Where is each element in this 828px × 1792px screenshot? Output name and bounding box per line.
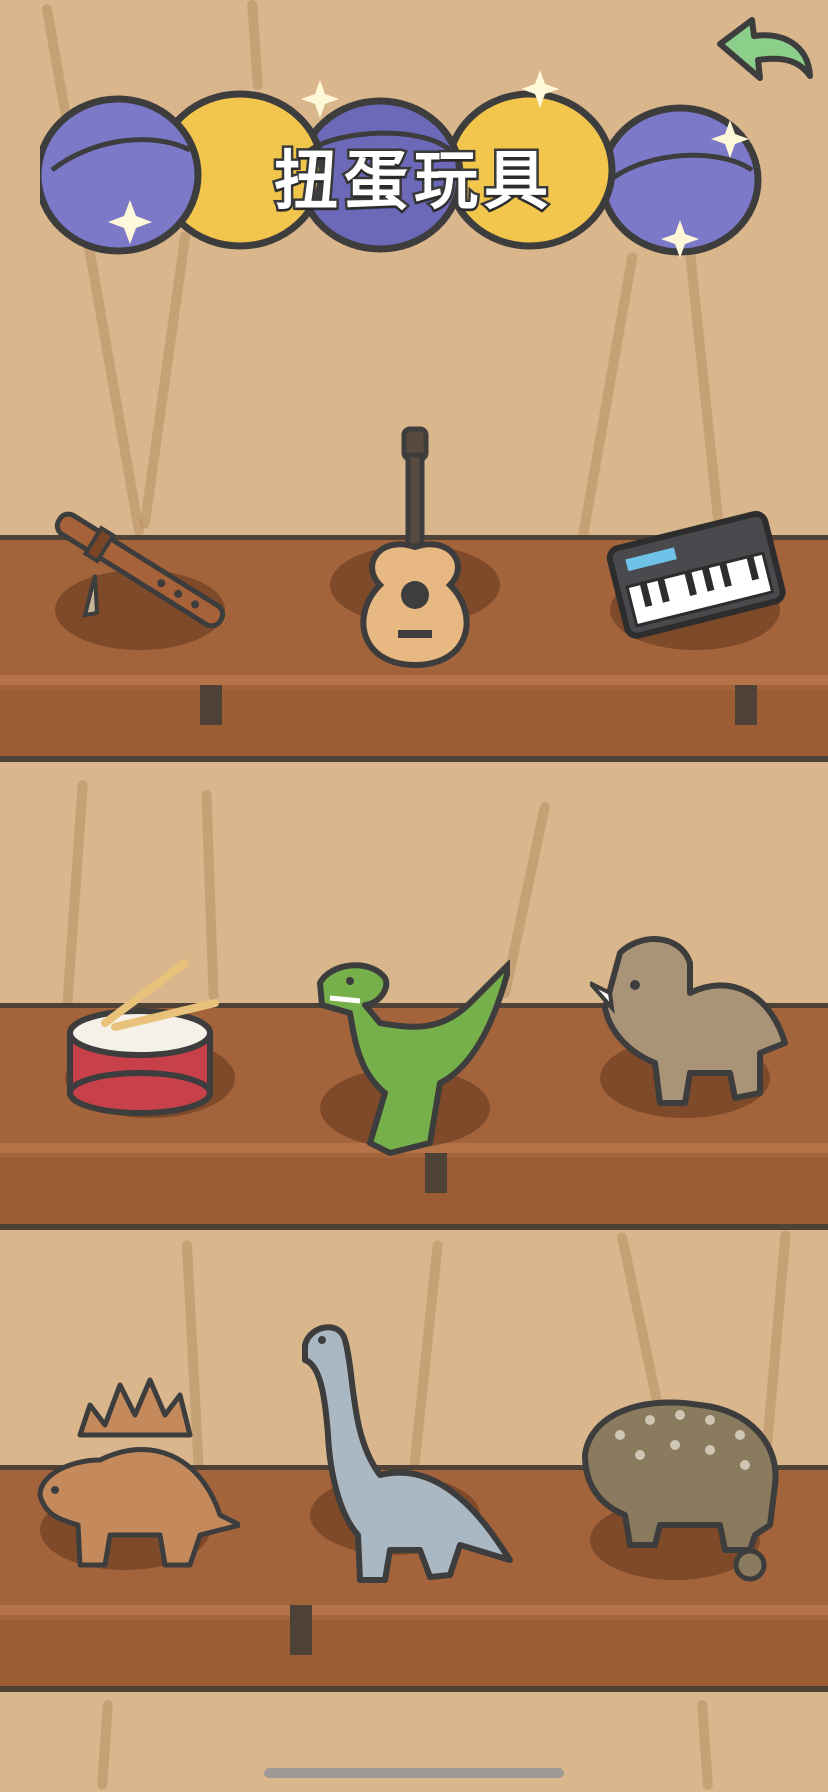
toy-slot-triceratops[interactable]: [590, 913, 788, 1153]
toy-slot-stegosaurus[interactable]: [30, 1365, 240, 1605]
page-title: 扭蛋玩具: [272, 143, 554, 222]
toy-slot-t-rex[interactable]: [310, 943, 510, 1183]
toy-slot-ankylosaurus[interactable]: [580, 1375, 779, 1615]
flute-icon: [54, 511, 226, 629]
stegosaurus-icon: [37, 1377, 240, 1568]
triceratops-icon: [590, 936, 788, 1106]
toy-slot-keyboard[interactable]: [600, 475, 790, 685]
toy-slot-drum[interactable]: [55, 943, 245, 1153]
shelf-1: [0, 426, 828, 775]
shelf-2: [0, 936, 828, 1243]
home-indicator[interactable]: [264, 1768, 564, 1778]
toy-slot-guitar[interactable]: [320, 425, 510, 685]
keyboard-synth-icon: [606, 510, 786, 639]
toy-slot-flute[interactable]: [45, 475, 235, 685]
snare-drum-icon: [67, 959, 219, 1116]
shelf-3: [0, 1324, 828, 1705]
t-rex-icon: [317, 960, 510, 1156]
ankylosaurus-icon: [582, 1399, 779, 1582]
guitar-icon: [360, 426, 470, 669]
brachiosaurus-icon: [302, 1324, 513, 1583]
toy-slot-brachiosaurus[interactable]: [300, 1315, 513, 1615]
